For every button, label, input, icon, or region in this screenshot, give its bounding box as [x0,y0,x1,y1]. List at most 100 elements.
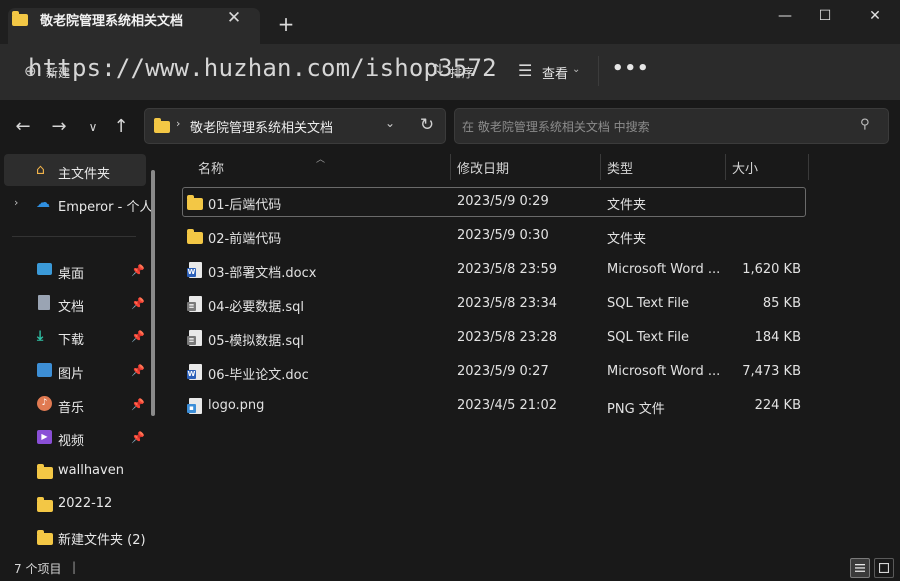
file-name: 02-前端代码 [208,232,282,247]
file-type: 文件夹 [607,198,647,213]
folder-icon [187,195,203,212]
close-tab-button[interactable]: ✕ [222,6,246,30]
column-header-size[interactable]: 大小 [732,158,758,180]
file-name: 03-部署文档.docx [208,266,317,281]
file-modified: 2023/5/8 23:34 [457,296,557,311]
videos-icon: ▶ [37,430,52,444]
file-name: 06-毕业论文.doc [208,368,309,383]
sidebar-divider [12,236,136,237]
sidebar-item-label: 视频 [58,434,85,449]
pictures-icon [37,363,52,377]
details-view-button[interactable] [850,558,870,578]
sidebar-item-label: wallhaven [58,463,124,478]
column-header-type[interactable]: 类型 [607,158,633,180]
pin-icon[interactable]: 📌 [131,398,145,411]
documents-icon [38,295,50,310]
word-doc-icon: W [187,364,202,380]
command-divider [598,56,599,86]
sidebar-item-label: 2022-12 [58,496,113,511]
file-modified: 2023/5/9 0:30 [457,228,549,243]
file-type: SQL Text File [607,330,690,345]
column-divider[interactable] [808,154,809,180]
up-button[interactable]: ↑ [108,114,134,140]
column-divider[interactable] [725,154,726,180]
column-divider[interactable] [450,154,451,180]
folder-icon [37,464,53,480]
refresh-button[interactable]: ↻ [414,112,440,138]
music-icon: ♪ [37,396,52,411]
column-header-modified[interactable]: 修改日期 [457,158,509,180]
file-modified: 2023/5/8 23:59 [457,262,557,277]
file-size: 7,473 KB [742,364,801,379]
tiles-view-button[interactable] [874,558,894,578]
sidebar-item-label: 音乐 [58,401,85,416]
word-doc-icon: W [187,262,202,278]
folder-icon [154,117,170,133]
sidebar-item-label: 新建文件夹 (2) [58,533,146,548]
tiles-view-icon [879,563,889,573]
file-modified: 2023/5/9 0:27 [457,364,549,379]
file-modified: 2023/4/5 21:02 [457,398,557,413]
new-tab-button[interactable]: + [274,12,298,36]
close-window-button[interactable]: ✕ [852,0,898,32]
sidebar-scrollbar[interactable] [151,170,155,416]
forward-button[interactable]: → [46,114,72,140]
file-type: Microsoft Word ... [607,262,721,277]
home-icon: ⌂ [36,162,45,178]
png-image-icon: ▪ [187,398,202,414]
chevron-down-icon: ⌄ [572,64,581,75]
search-input[interactable] [462,118,852,136]
file-size: 85 KB [762,296,801,311]
file-name: 04-必要数据.sql [208,300,305,315]
search-icon[interactable]: ⚲ [860,117,870,132]
sidebar-item-label: Emperor - 个人 [58,200,153,215]
file-type: Microsoft Word ... [607,364,721,379]
pin-icon[interactable]: 📌 [131,297,145,310]
column-divider[interactable] [600,154,601,180]
more-options-button[interactable]: ••• [612,58,649,84]
file-type: 文件夹 [607,232,647,247]
file-name: 01-后端代码 [208,198,282,213]
status-separator: | [72,560,77,574]
pin-icon[interactable]: 📌 [131,330,145,343]
pin-icon[interactable]: 📌 [131,431,145,444]
file-size: 224 KB [754,398,801,413]
tab-title: 敬老院管理系统相关文档 [40,14,184,29]
sidebar-item-label: 图片 [58,367,85,382]
desktop-icon [37,263,52,275]
file-size: 1,620 KB [742,262,801,277]
breadcrumb[interactable]: 敬老院管理系统相关文档 [190,117,333,136]
sort-ascending-icon: ︿ [316,155,326,165]
pin-icon[interactable]: 📌 [131,264,145,277]
onedrive-cloud-icon: ☁ [36,195,50,211]
file-type: SQL Text File [607,296,690,311]
back-button[interactable]: ← [10,114,36,140]
file-name: logo.png [208,398,265,413]
sql-file-icon: ≡ [187,296,202,312]
watermark-text: https://www.huzhan.com/ishop3572 [28,54,497,82]
file-type: PNG 文件 [607,402,665,417]
folder-icon [37,530,53,546]
details-view-icon [855,564,865,572]
file-modified: 2023/5/8 23:28 [457,330,557,345]
status-item-count: 7 个项目 [14,562,62,576]
column-header-name[interactable]: 名称 [198,158,224,180]
file-modified: 2023/5/9 0:29 [457,194,549,209]
folder-icon [12,10,28,26]
view-label: 查看 [542,67,569,82]
download-icon: ⤓ [37,328,44,344]
recent-locations-button[interactable]: ∨ [80,114,106,140]
pin-icon[interactable]: 📌 [131,364,145,377]
address-dropdown-icon[interactable]: ⌄ [380,116,400,130]
sidebar-item-label: 主文件夹 [58,167,111,182]
folder-icon [37,497,53,513]
file-size: 184 KB [754,330,801,345]
view-lines-icon: ☰ [518,61,533,80]
sidebar-item-label: 文档 [58,300,85,315]
maximize-button[interactable]: ☐ [802,0,848,32]
sidebar-item-label: 桌面 [58,267,85,282]
file-name: 05-模拟数据.sql [208,334,305,349]
sidebar-item-label: 下载 [58,333,85,348]
sql-file-icon: ≡ [187,330,202,346]
breadcrumb-chevron-icon[interactable]: › [176,117,180,130]
